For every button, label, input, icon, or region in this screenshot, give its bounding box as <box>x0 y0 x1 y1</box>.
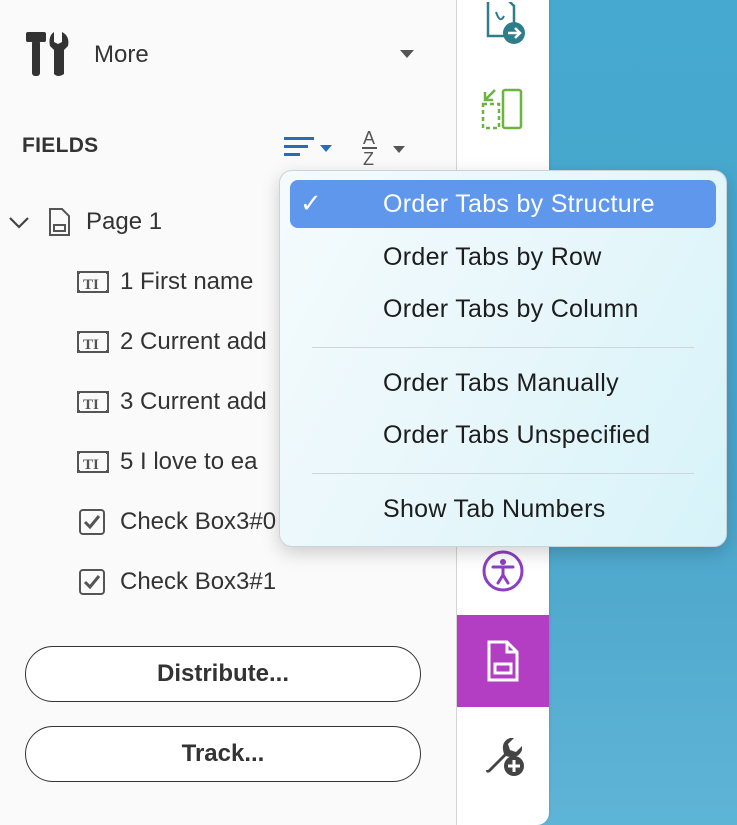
menu-item-order-manually[interactable]: Order Tabs Manually <box>290 359 716 407</box>
menu-item-show-tab-numbers[interactable]: Show Tab Numbers <box>290 485 716 533</box>
field-label: 2 Current add <box>120 328 267 355</box>
menu-separator <box>312 347 694 348</box>
export-pdf-icon[interactable] <box>457 0 549 50</box>
add-tools-icon[interactable] <box>457 730 549 780</box>
sort-lines-icon <box>284 137 332 156</box>
checkbox-field-icon <box>79 509 105 535</box>
text-field-icon: TI <box>77 391 109 413</box>
text-field-icon: TI <box>77 331 109 353</box>
checkmark-icon: ✓ <box>300 188 322 218</box>
menu-item-order-unspecified[interactable]: Order Tabs Unspecified <box>290 411 716 459</box>
track-button[interactable]: Track... <box>25 726 421 782</box>
field-label: Check Box3#0 <box>120 508 277 535</box>
menu-item-order-by-column[interactable]: Order Tabs by Column <box>290 285 716 333</box>
distribute-button[interactable]: Distribute... <box>25 646 421 702</box>
menu-separator <box>312 473 694 474</box>
tab-order-menu: ✓ Order Tabs by Structure Order Tabs by … <box>279 170 727 547</box>
svg-text:TI: TI <box>83 457 99 473</box>
field-label: 3 Current add <box>120 388 267 415</box>
tree-field-item[interactable]: TI 1 First name <box>76 262 286 302</box>
svg-text:A: A <box>363 128 375 148</box>
menu-item-order-by-row[interactable]: Order Tabs by Row <box>290 233 716 281</box>
svg-text:TI: TI <box>83 337 99 353</box>
chevron-down-icon[interactable] <box>6 212 32 232</box>
tools-icon <box>24 28 72 83</box>
more-tools-dropdown[interactable]: More <box>24 30 414 80</box>
field-label: 1 First name <box>120 268 254 295</box>
more-label: More <box>94 41 149 68</box>
tree-field-item[interactable]: TI 5 I love to ea <box>76 442 286 482</box>
field-label: Check Box3#1 <box>120 568 277 595</box>
menu-item-order-by-structure[interactable]: ✓ Order Tabs by Structure <box>290 180 716 228</box>
tree-field-item[interactable]: TI 3 Current add <box>76 382 286 422</box>
organize-pages-icon[interactable] <box>457 84 549 134</box>
chevron-down-icon <box>400 50 414 58</box>
svg-text:TI: TI <box>83 397 99 413</box>
sort-order-button[interactable] <box>282 133 338 163</box>
tree-field-item[interactable]: Check Box3#0 <box>78 502 288 542</box>
fields-heading: FIELDS <box>22 134 99 157</box>
page-icon <box>49 208 70 236</box>
text-field-icon: TI <box>77 451 109 473</box>
checkbox-field-icon <box>79 569 105 595</box>
field-label: 5 I love to ea <box>120 448 258 475</box>
page-label: Page 1 <box>86 208 163 235</box>
tree-field-item[interactable]: TI 2 Current add <box>76 322 286 362</box>
svg-text:Z: Z <box>363 149 374 167</box>
tree-field-item[interactable]: Check Box3#1 <box>78 562 438 602</box>
accessibility-icon[interactable] <box>457 546 549 596</box>
text-field-icon: TI <box>77 271 109 293</box>
sort-az-icon: A Z <box>362 128 405 169</box>
sort-alphabetical-button[interactable]: A Z <box>360 127 410 169</box>
svg-text:TI: TI <box>83 277 99 293</box>
prepare-form-icon[interactable] <box>457 615 549 707</box>
